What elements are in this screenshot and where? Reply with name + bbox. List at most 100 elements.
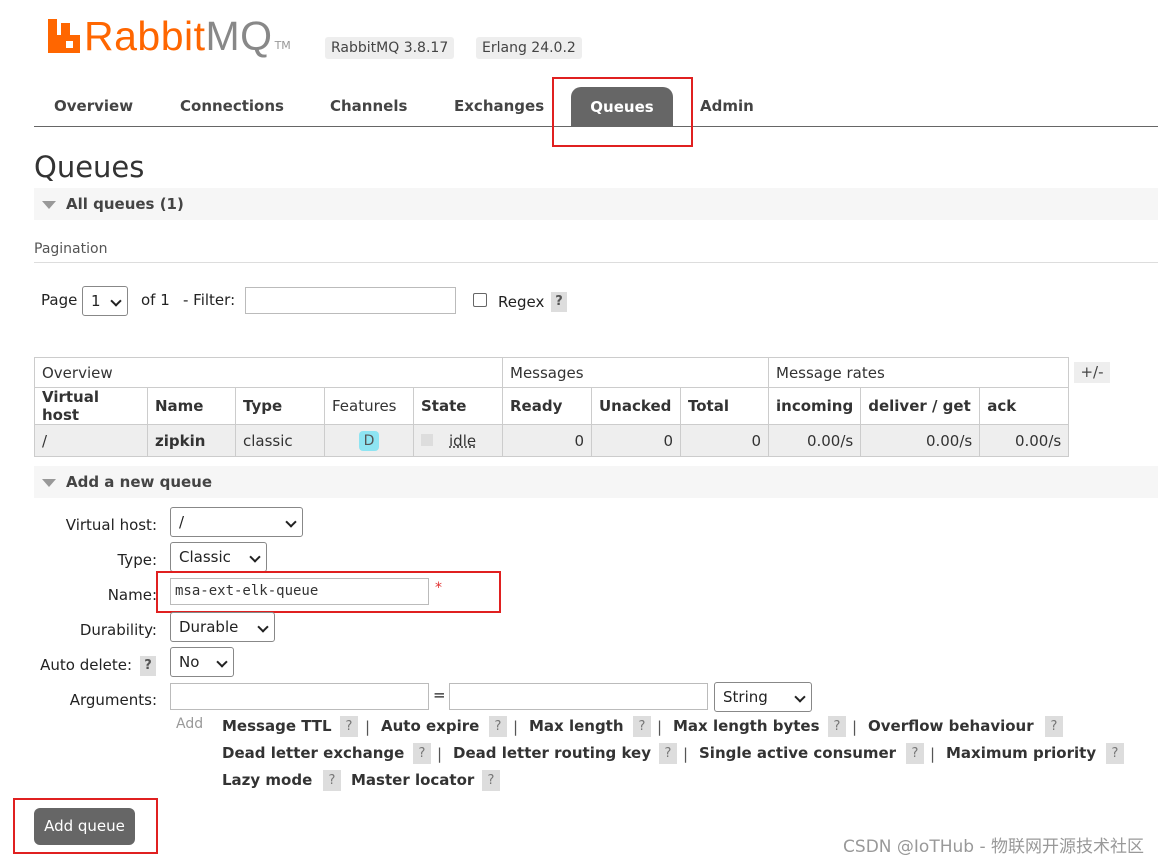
group-messages: Messages bbox=[502, 357, 769, 388]
arg-auto-expire[interactable]: Auto expire bbox=[381, 717, 479, 735]
separator: | bbox=[930, 745, 936, 763]
toggle-columns-button[interactable]: +/- bbox=[1074, 362, 1110, 383]
argument-value-input[interactable] bbox=[449, 683, 708, 710]
arg-single-active-consumer[interactable]: Single active consumer bbox=[699, 744, 896, 762]
page-title: Queues bbox=[34, 150, 145, 184]
separator: | bbox=[513, 718, 519, 736]
highlight-queues-tab bbox=[552, 77, 693, 147]
chevron-down-icon bbox=[216, 656, 228, 668]
arg-max-length-bytes[interactable]: Max length bytes bbox=[673, 717, 820, 735]
arguments-label: Arguments: bbox=[69, 691, 157, 709]
tab-exchanges[interactable]: Exchanges bbox=[434, 86, 564, 126]
chevron-down-icon bbox=[249, 551, 261, 563]
tab-overview[interactable]: Overview bbox=[34, 86, 153, 126]
chevron-down-icon bbox=[285, 516, 297, 528]
col-virtual-host[interactable]: Virtual host bbox=[34, 387, 148, 425]
cell-unacked: 0 bbox=[591, 424, 681, 457]
logo-wordmark: RabbitMQ bbox=[84, 13, 273, 59]
virtual-host-label: Virtual host: bbox=[65, 516, 157, 534]
argument-equals: = bbox=[433, 686, 446, 704]
durable-feature-badge: D bbox=[359, 430, 379, 451]
tab-admin[interactable]: Admin bbox=[680, 86, 774, 126]
highlight-add-queue-button bbox=[13, 798, 158, 854]
group-overview: Overview bbox=[34, 357, 503, 388]
regex-checkbox[interactable] bbox=[473, 293, 487, 307]
help-icon[interactable]: ? bbox=[659, 743, 677, 764]
help-icon[interactable]: ? bbox=[1106, 743, 1124, 764]
durability-label: Durability: bbox=[79, 621, 157, 639]
cell-total: 0 bbox=[680, 424, 769, 457]
arg-message-ttl[interactable]: Message TTL bbox=[222, 717, 332, 735]
auto-delete-help-icon[interactable]: ? bbox=[140, 656, 156, 676]
help-icon[interactable]: ? bbox=[413, 743, 431, 764]
col-deliver-get[interactable]: deliver / get bbox=[860, 387, 981, 425]
collapse-triangle-icon bbox=[42, 200, 56, 209]
arg-master-locator[interactable]: Master locator bbox=[351, 771, 474, 789]
arg-lazy-mode[interactable]: Lazy mode bbox=[222, 771, 312, 789]
pagination-divider bbox=[34, 262, 1158, 263]
regex-help-icon[interactable]: ? bbox=[551, 292, 567, 312]
name-label: Name: bbox=[107, 586, 157, 604]
col-ack[interactable]: ack bbox=[979, 387, 1070, 425]
rabbitmq-logo[interactable]: RabbitMQ TM bbox=[48, 14, 291, 58]
separator: | bbox=[437, 745, 443, 763]
regex-label: Regex bbox=[498, 293, 545, 311]
cell-ack: 0.00/s bbox=[979, 424, 1070, 457]
auto-delete-label: Auto delete: bbox=[40, 656, 132, 674]
tab-channels[interactable]: Channels bbox=[310, 86, 427, 126]
highlight-name-field bbox=[156, 571, 501, 613]
queue-name-link[interactable]: zipkin bbox=[147, 424, 236, 457]
col-name[interactable]: Name bbox=[147, 387, 236, 425]
argument-type-select[interactable]: String bbox=[714, 682, 812, 712]
virtual-host-select[interactable]: / bbox=[170, 507, 303, 537]
tab-connections[interactable]: Connections bbox=[160, 86, 304, 126]
add-argument-label: Add bbox=[176, 716, 204, 732]
arg-max-length[interactable]: Max length bbox=[529, 717, 624, 735]
durability-select[interactable]: Durable bbox=[170, 612, 275, 642]
help-icon[interactable]: ? bbox=[906, 743, 924, 764]
type-label: Type: bbox=[117, 551, 157, 569]
filter-label: - Filter: bbox=[183, 291, 236, 309]
cell-type: classic bbox=[235, 424, 325, 457]
queue-type-select[interactable]: Classic bbox=[170, 542, 267, 572]
arg-overflow-behaviour[interactable]: Overflow behaviour bbox=[868, 717, 1034, 735]
chevron-down-icon bbox=[110, 295, 122, 307]
help-icon[interactable]: ? bbox=[340, 716, 358, 737]
cell-ready: 0 bbox=[502, 424, 592, 457]
separator: | bbox=[657, 718, 663, 736]
col-unacked[interactable]: Unacked bbox=[591, 387, 681, 425]
page-select[interactable]: 1 bbox=[82, 286, 128, 316]
col-total[interactable]: Total bbox=[680, 387, 769, 425]
page-label: Page bbox=[41, 291, 78, 309]
cell-features: D bbox=[324, 424, 414, 457]
chevron-down-icon bbox=[794, 691, 806, 703]
col-type[interactable]: Type bbox=[235, 387, 325, 425]
pagination-label: Pagination bbox=[34, 241, 108, 257]
state-indicator-icon bbox=[421, 433, 433, 446]
argument-key-input[interactable] bbox=[170, 683, 429, 710]
add-queue-section-header[interactable]: Add a new queue bbox=[34, 466, 1158, 498]
all-queues-label: All queues (1) bbox=[66, 195, 184, 213]
arg-dead-letter-exchange[interactable]: Dead letter exchange bbox=[222, 744, 404, 762]
help-icon[interactable]: ? bbox=[489, 716, 507, 737]
help-icon[interactable]: ? bbox=[1045, 716, 1063, 737]
collapse-triangle-icon bbox=[42, 478, 56, 487]
help-icon[interactable]: ? bbox=[633, 716, 651, 737]
cell-deliver-get: 0.00/s bbox=[860, 424, 981, 457]
help-icon[interactable]: ? bbox=[482, 770, 500, 791]
arg-dead-letter-routing-key[interactable]: Dead letter routing key bbox=[453, 744, 651, 762]
separator: | bbox=[365, 718, 371, 736]
group-message-rates: Message rates bbox=[767, 357, 1070, 388]
col-ready[interactable]: Ready bbox=[502, 387, 592, 425]
help-icon[interactable]: ? bbox=[323, 770, 341, 791]
filter-input[interactable] bbox=[245, 287, 456, 314]
rabbitmq-version-badge: RabbitMQ 3.8.17 bbox=[325, 37, 455, 59]
col-state[interactable]: State bbox=[413, 387, 503, 425]
add-queue-label: Add a new queue bbox=[66, 473, 213, 491]
auto-delete-select[interactable]: No bbox=[170, 647, 234, 677]
table-row: / zipkin classic D idle 0 0 0 0.00/s 0.0… bbox=[34, 424, 1070, 457]
all-queues-section-header[interactable]: All queues (1) bbox=[34, 188, 1158, 220]
help-icon[interactable]: ? bbox=[828, 716, 846, 737]
col-incoming[interactable]: incoming bbox=[767, 387, 862, 425]
arg-maximum-priority[interactable]: Maximum priority bbox=[946, 744, 1096, 762]
